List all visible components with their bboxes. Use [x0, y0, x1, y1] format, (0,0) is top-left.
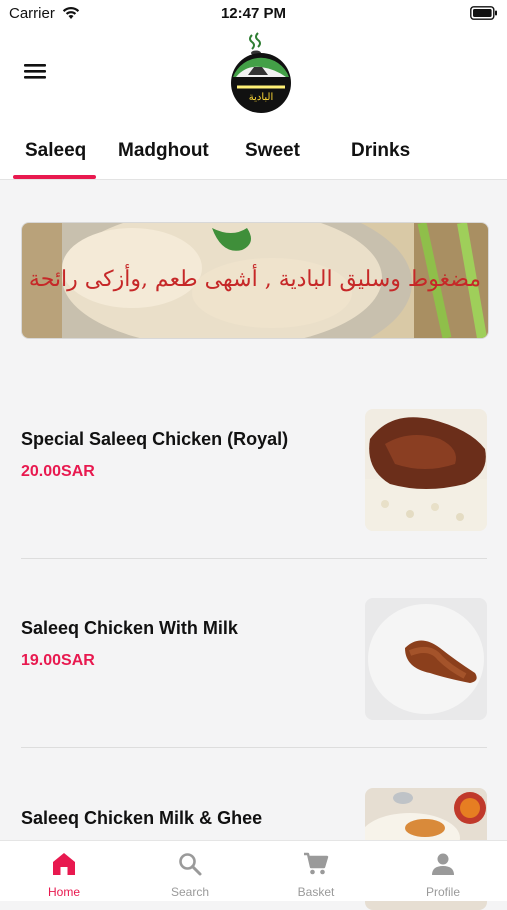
home-icon — [53, 853, 75, 875]
nav-label: Home — [47, 885, 80, 899]
product-name: Special Saleeq Chicken (Royal) — [21, 429, 289, 449]
product-image — [365, 598, 487, 720]
product-card[interactable]: Special Saleeq Chicken (Royal) 20.00SAR — [21, 409, 487, 531]
product-card[interactable]: Saleeq Chicken With Milk 19.00SAR — [21, 598, 487, 720]
product-price: 19.00SAR — [21, 652, 95, 669]
tab-sweet[interactable]: Sweet — [245, 140, 300, 162]
tab-madghout[interactable]: Madghout — [118, 140, 209, 162]
promo-banner[interactable]: مضغوط وسليق البادية , أشهى طعم ,وأزكى را… — [21, 222, 489, 339]
app-header: البادية — [0, 28, 507, 122]
nav-label: Profile — [425, 885, 460, 899]
clock: 12:47 PM — [220, 5, 287, 22]
nav-home[interactable]: Home — [1, 841, 127, 901]
nav-label: Search — [170, 885, 210, 899]
category-tabs: Saleeq Madghout Sweet Drinks — [0, 122, 507, 180]
nav-label: Basket — [297, 885, 335, 899]
svg-text:البادية: البادية — [249, 92, 274, 103]
product-price: 20.00SAR — [21, 463, 95, 480]
product-name: Saleeq Chicken Milk & Ghee — [21, 808, 263, 828]
tab-saleeq[interactable]: Saleeq — [25, 140, 86, 162]
search-icon — [179, 853, 202, 876]
product-image — [365, 409, 487, 531]
status-bar: Carrier 12:47 PM — [0, 0, 507, 28]
banner-text: مضغوط وسليق البادية , أشهى طعم ,وأزكى را… — [28, 267, 482, 292]
bottom-navigation: Home Search Basket Profile — [0, 840, 507, 901]
nav-basket[interactable]: Basket — [253, 841, 379, 901]
product-name: Saleeq Chicken With Milk — [21, 618, 238, 638]
divider — [21, 558, 487, 559]
person-icon — [432, 853, 454, 875]
nav-search[interactable]: Search — [127, 841, 253, 901]
bedouin-tent-logo: البادية — [231, 32, 291, 113]
hamburger-menu-icon[interactable] — [22, 58, 50, 84]
active-tab-indicator — [13, 175, 96, 179]
cart-icon — [304, 852, 329, 875]
tab-drinks[interactable]: Drinks — [351, 140, 410, 162]
nav-profile[interactable]: Profile — [380, 841, 506, 901]
divider — [21, 747, 487, 748]
battery-icon — [470, 6, 497, 20]
